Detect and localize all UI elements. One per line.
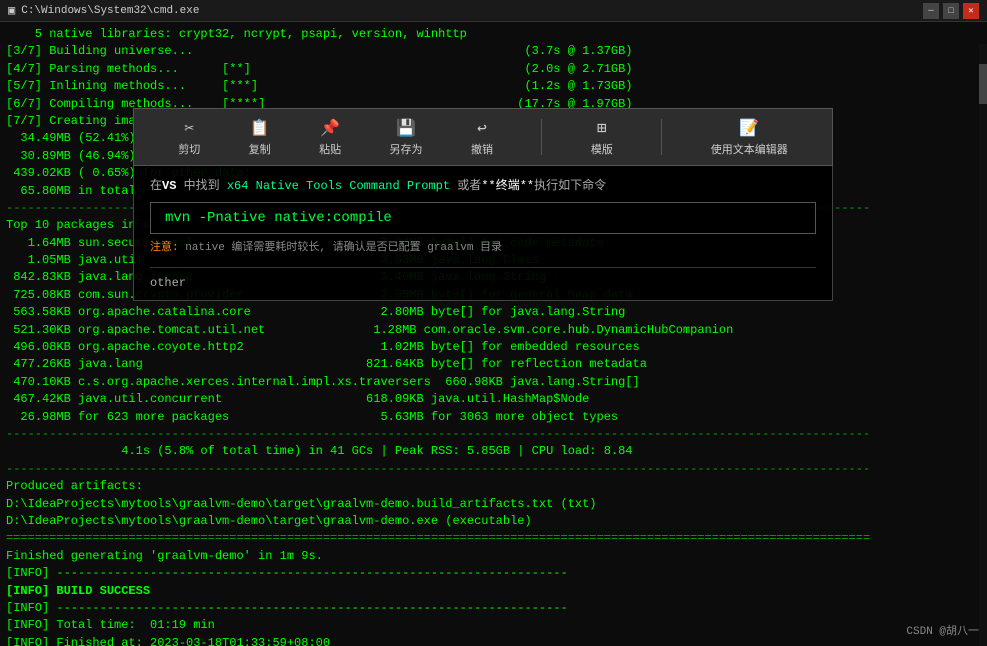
cut-icon: ✂ (184, 118, 194, 138)
text-editor-label: 使用文本编辑器 (711, 141, 788, 157)
overlay-cmd-box: mvn -Pnative native:compile (150, 202, 816, 234)
terminal-line-totaltime: [INFO] Total time: 01:19 min (6, 617, 981, 634)
terminal-line-gc: 4.1s (5.8% of total time) in 41 GCs | Pe… (6, 443, 981, 460)
overlay-hint-panel: 在VS 中找到 x64 Native Tools Command Prompt … (133, 166, 833, 301)
toolbar-divider2 (661, 119, 662, 155)
overlay-toolbar: ✂ 剪切 📋 复制 📌 粘贴 💾 另存为 ↩ 撤销 ⊞ 模版 📝 使用文本编辑器 (133, 108, 833, 166)
copy-label: 复制 (249, 141, 271, 157)
overlay-note: 注意: native 编译需要耗时较长, 请确认是否已配置 graalvm 目录 (150, 240, 816, 257)
terminal-line-17: 521.30KB org.apache.tomcat.util.net 1.28… (6, 322, 981, 339)
template-icon: ⊞ (597, 118, 607, 138)
toolbar-undo[interactable]: ↩ 撤销 (471, 118, 493, 157)
cut-label: 剪切 (178, 141, 200, 157)
toolbar-paste[interactable]: 📌 粘贴 (319, 118, 341, 157)
terminal-window: 5 native libraries: crypt32, ncrypt, psa… (0, 22, 987, 646)
terminal-line-2: [3/7] Building universe... (3.7s @ 1.37G… (6, 43, 981, 60)
maximize-button[interactable]: □ (943, 3, 959, 19)
toolbar-template[interactable]: ⊞ 模版 (591, 118, 613, 157)
text-editor-icon: 📝 (739, 118, 759, 138)
saveas-label: 另存为 (390, 141, 423, 157)
titlebar-left: ▣ C:\Windows\System32\cmd.exe (8, 3, 199, 18)
terminal-line-finished-at: [INFO] Finished at: 2023-03-18T01:33:59+… (6, 635, 981, 646)
titlebar: ▣ C:\Windows\System32\cmd.exe ─ □ ✕ (0, 0, 987, 22)
saveas-icon: 💾 (396, 118, 416, 138)
terminal-line-1: 5 native libraries: crypt32, ncrypt, psa… (6, 26, 981, 43)
csdn-watermark: CSDN @胡八一 (906, 622, 979, 638)
overlay-other-label: other (150, 267, 816, 290)
separator-4: ========================================… (6, 530, 981, 547)
undo-icon: ↩ (477, 118, 487, 138)
other-text: other (150, 276, 186, 290)
toolbar-copy[interactable]: 📋 复制 (249, 118, 271, 157)
overlay-cmd-text: mvn -Pnative native:compile (165, 210, 392, 226)
separator-2: ----------------------------------------… (6, 426, 981, 443)
undo-label: 撤销 (471, 141, 493, 157)
terminal-line-16: 563.58KB org.apache.catalina.core 2.80MB… (6, 304, 981, 321)
terminal-line-finished: Finished generating 'graalvm-demo' in 1m… (6, 548, 981, 565)
terminal-line-22: 26.98MB for 623 more packages 5.63MB for… (6, 409, 981, 426)
terminal-line-18: 496.08KB org.apache.coyote.http2 1.02MB … (6, 339, 981, 356)
toolbar-cut[interactable]: ✂ 剪切 (178, 118, 200, 157)
scrollbar-thumb[interactable] (979, 64, 987, 104)
terminal-line-success: [INFO] BUILD SUCCESS (6, 583, 981, 600)
copy-icon: 📋 (250, 118, 270, 138)
terminal-line-artifact1: D:\IdeaProjects\mytools\graalvm-demo\tar… (6, 496, 981, 513)
terminal-line-info1: [INFO] ---------------------------------… (6, 565, 981, 582)
terminal-line-info2: [INFO] ---------------------------------… (6, 600, 981, 617)
toolbar-divider (541, 119, 542, 155)
cmd-icon: ▣ (8, 3, 15, 18)
paste-label: 粘贴 (319, 141, 341, 157)
terminal-line-artifact2: D:\IdeaProjects\mytools\graalvm-demo\tar… (6, 513, 981, 530)
scrollbar[interactable] (979, 44, 987, 646)
separator-3: ----------------------------------------… (6, 461, 981, 478)
close-button[interactable]: ✕ (963, 3, 979, 19)
watermark-text: CSDN @胡八一 (906, 626, 979, 638)
minimize-button[interactable]: ─ (923, 3, 939, 19)
toolbar-text-editor[interactable]: 📝 使用文本编辑器 (711, 118, 788, 157)
terminal-line-artifacts: Produced artifacts: (6, 478, 981, 495)
titlebar-title: C:\Windows\System32\cmd.exe (21, 5, 199, 17)
paste-icon: 📌 (320, 118, 340, 138)
terminal-line-21: 467.42KB java.util.concurrent 618.09KB j… (6, 391, 981, 408)
template-label: 模版 (591, 141, 613, 157)
terminal-line-20: 470.10KB c.s.org.apache.xerces.internal.… (6, 374, 981, 391)
titlebar-controls[interactable]: ─ □ ✕ (923, 3, 979, 19)
overlay-hint-text: 在VS 中找到 x64 Native Tools Command Prompt … (150, 176, 816, 196)
toolbar-saveas[interactable]: 💾 另存为 (390, 118, 423, 157)
terminal-line-4: [5/7] Inlining methods... [***] (1.2s @ … (6, 78, 981, 95)
terminal-line-3: [4/7] Parsing methods... [**] (2.0s @ 2.… (6, 61, 981, 78)
terminal-line-19: 477.26KB java.lang 821.64KB byte[] for r… (6, 356, 981, 373)
